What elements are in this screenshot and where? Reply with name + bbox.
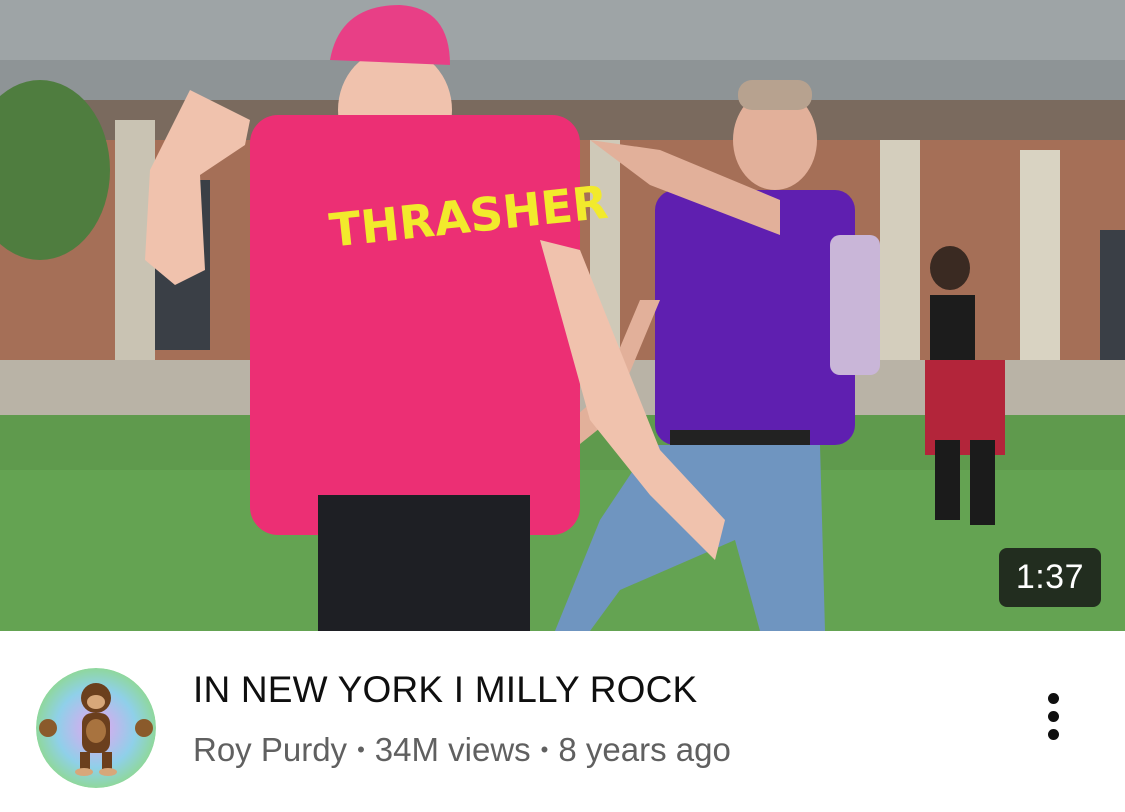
video-title[interactable]: IN NEW YORK I MILLY ROCK xyxy=(193,669,697,711)
ellipsis-dot xyxy=(1047,728,1059,740)
ellipsis-dot xyxy=(1047,710,1059,722)
upload-age: 8 years ago xyxy=(558,731,731,768)
thumbnail-image: THRASHER xyxy=(0,0,1125,631)
separator-dot: • xyxy=(540,737,549,762)
vertical-ellipsis-icon xyxy=(1047,692,1059,704)
video-subline: Roy Purdy • 34M views • 8 years ago xyxy=(193,731,731,769)
video-thumbnail[interactable]: THRASHER 1:37 xyxy=(0,0,1125,631)
view-count: 34M views xyxy=(374,731,531,768)
more-options-button[interactable] xyxy=(1030,684,1076,748)
channel-avatar[interactable] xyxy=(36,668,156,788)
duration-badge: 1:37 xyxy=(998,548,1101,607)
monkey-avatar-icon xyxy=(36,668,156,788)
separator-dot: • xyxy=(357,737,365,762)
video-meta xyxy=(0,631,1125,812)
channel-name[interactable]: Roy Purdy xyxy=(193,731,347,768)
